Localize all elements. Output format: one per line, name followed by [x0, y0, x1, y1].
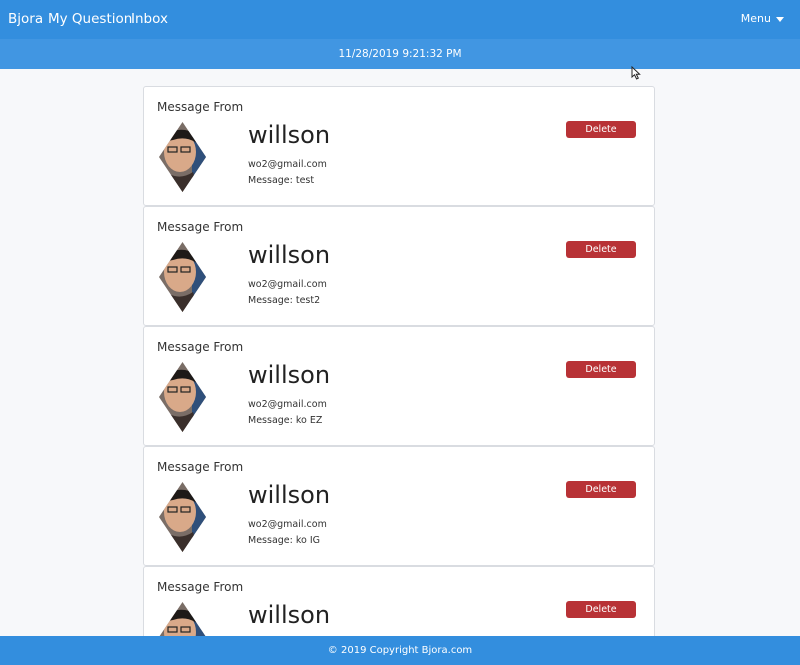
message-card: Message From willson wo2@gmail.com Messa… [143, 326, 655, 446]
brand-link[interactable]: Bjora [8, 10, 43, 28]
menu-label: Menu [740, 12, 771, 25]
footer: © 2019 Copyright Bjora.com [0, 636, 800, 665]
message-body: test [295, 175, 315, 186]
message-card: Message From willson wo2@gmail.com Messa… [143, 206, 655, 326]
message-label: Message: [248, 175, 293, 186]
delete-button[interactable]: Delete [566, 601, 636, 618]
message-from-label: Message From [157, 100, 244, 114]
sender-name: willson [248, 361, 331, 389]
top-navbar: Bjora My Question Inbox Menu [0, 0, 800, 39]
delete-button[interactable]: Delete [566, 481, 636, 498]
footer-copyright: © 2019 Copyright Bjora.com [327, 645, 473, 656]
message-card: Message From willson wo2@gmail.com Messa… [143, 86, 655, 206]
avatar [159, 122, 206, 192]
sender-name: willson [248, 481, 331, 509]
message-from-label: Message From [157, 460, 244, 474]
avatar [159, 242, 206, 312]
nav-my-question[interactable]: My Question [48, 10, 132, 28]
message-card: Message From willson wo2@gmail.com Messa… [143, 446, 655, 566]
message-label: Message: [248, 415, 293, 426]
sender-name: willson [248, 121, 331, 149]
message-label: Message: [248, 295, 293, 306]
delete-button[interactable]: Delete [566, 121, 636, 138]
avatar [159, 482, 206, 552]
message-from-label: Message From [157, 340, 244, 354]
sender-email: wo2@gmail.com [248, 159, 327, 170]
datetime-bar: 11/28/2019 9:21:32 PM [0, 39, 800, 69]
message-text: Message: ko EZ [248, 415, 322, 427]
delete-button[interactable]: Delete [566, 241, 636, 258]
message-text: Message: test2 [248, 295, 320, 307]
message-from-label: Message From [157, 580, 244, 594]
sender-name: willson [248, 241, 331, 269]
sender-name: willson [248, 601, 331, 629]
sender-email: wo2@gmail.com [248, 279, 327, 290]
menu-dropdown[interactable]: Menu [741, 12, 784, 26]
message-body: test2 [295, 295, 321, 306]
avatar [159, 602, 206, 636]
sender-email: wo2@gmail.com [248, 519, 327, 530]
sender-email: wo2@gmail.com [248, 399, 327, 410]
nav-inbox[interactable]: Inbox [131, 10, 168, 28]
message-card: Message From willson Delete [143, 566, 655, 636]
message-body: ko IG [295, 535, 321, 546]
message-text: Message: test [248, 175, 314, 187]
message-label: Message: [248, 535, 293, 546]
mouse-pointer-icon [631, 66, 641, 80]
avatar [159, 362, 206, 432]
message-text: Message: ko IG [248, 535, 320, 547]
message-from-label: Message From [157, 220, 244, 234]
message-list: Message From willson wo2@gmail.com Messa… [143, 86, 655, 636]
delete-button[interactable]: Delete [566, 361, 636, 378]
message-body: ko EZ [295, 415, 323, 426]
caret-down-icon [776, 16, 784, 22]
current-datetime: 11/28/2019 9:21:32 PM [338, 48, 462, 60]
